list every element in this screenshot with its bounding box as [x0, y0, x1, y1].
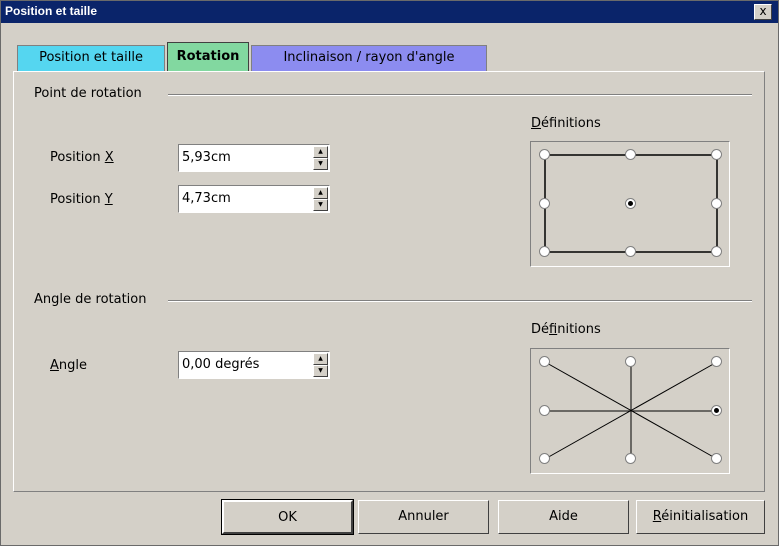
close-button[interactable]: x [754, 4, 772, 20]
title-bar[interactable]: Position et taille x [1, 1, 778, 23]
dialog-title: Position et taille [5, 4, 98, 18]
pivot-radio-middle-right[interactable] [711, 198, 722, 209]
position-x-down-arrow-icon[interactable]: ▼ [313, 158, 328, 170]
pivot-radio-center[interactable] [625, 198, 636, 209]
angle-up-arrow-icon[interactable]: ▲ [313, 353, 328, 365]
reset-button[interactable]: Réinitialisation [636, 500, 765, 534]
position-y-up-arrow-icon[interactable]: ▲ [313, 187, 328, 199]
tab-position-size[interactable]: Position et taille [17, 45, 165, 71]
position-y-value[interactable]: 4,73cm [182, 191, 231, 206]
pivot-section-title: Point de rotation [34, 86, 142, 101]
position-x-spinner[interactable]: 5,93cm ▲ ▼ [178, 144, 330, 172]
angle-radio-45[interactable] [711, 356, 722, 367]
rotation-panel: Point de rotation Position X 5,93cm ▲ ▼ P… [13, 71, 765, 492]
angle-radio-135[interactable] [539, 356, 550, 367]
pivot-radio-bottom-left[interactable] [539, 246, 550, 257]
angle-label: Angle [50, 358, 88, 373]
cancel-button[interactable]: Annuler [358, 500, 489, 534]
pivot-radio-bottom-right[interactable] [711, 246, 722, 257]
pivot-radio-bottom-center[interactable] [625, 246, 636, 257]
position-y-down-arrow-icon[interactable]: ▼ [313, 199, 328, 211]
angle-radio-225[interactable] [539, 453, 550, 464]
close-icon: x [759, 4, 767, 18]
pivot-definitions-label: Définitions [531, 116, 601, 131]
position-size-dialog: Position et taille x Position et taille … [0, 0, 779, 546]
pivot-separator [168, 94, 752, 96]
tab-rotation[interactable]: Rotation [167, 42, 249, 72]
help-button[interactable]: Aide [498, 500, 629, 534]
tab-slant-corner-radius[interactable]: Inclinaison / rayon d'angle [251, 45, 487, 71]
ok-button[interactable]: OK [221, 499, 354, 535]
angle-selector[interactable] [530, 348, 730, 474]
angle-separator [168, 300, 752, 302]
position-x-value[interactable]: 5,93cm [182, 150, 231, 165]
angle-down-arrow-icon[interactable]: ▼ [313, 365, 328, 377]
pivot-radio-middle-left[interactable] [539, 198, 550, 209]
angle-definitions-label: Définitions [531, 322, 601, 337]
pivot-radio-top-center[interactable] [625, 149, 636, 160]
angle-radio-0[interactable] [711, 405, 722, 416]
angle-spinner[interactable]: 0,00 degrés ▲ ▼ [178, 351, 330, 379]
pivot-radio-top-right[interactable] [711, 149, 722, 160]
position-x-label: Position X [50, 150, 114, 165]
position-y-label: Position Y [50, 192, 113, 207]
angle-radio-180[interactable] [539, 405, 550, 416]
angle-radio-90[interactable] [625, 356, 636, 367]
angle-value[interactable]: 0,00 degrés [182, 357, 259, 372]
position-x-up-arrow-icon[interactable]: ▲ [313, 146, 328, 158]
pivot-radio-top-left[interactable] [539, 149, 550, 160]
angle-radio-315[interactable] [711, 453, 722, 464]
position-y-spinner[interactable]: 4,73cm ▲ ▼ [178, 185, 330, 213]
pivot-point-selector[interactable] [530, 141, 730, 267]
angle-section-title: Angle de rotation [34, 292, 147, 307]
angle-radio-270[interactable] [625, 453, 636, 464]
